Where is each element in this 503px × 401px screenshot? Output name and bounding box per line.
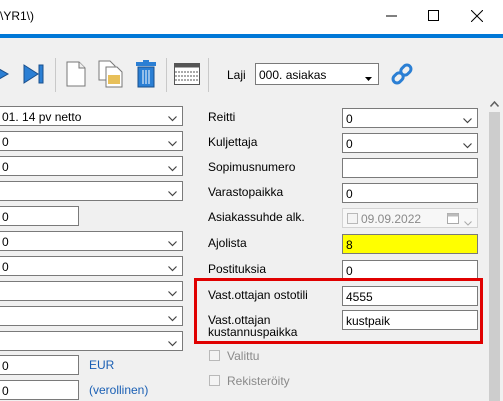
left-dropdown-2[interactable]: 0 xyxy=(0,131,183,151)
toolbar-separator xyxy=(55,58,56,92)
ajolista-label: Ajolista xyxy=(208,236,247,250)
postituksia-value: 0 xyxy=(346,264,353,278)
chevron-down-icon xyxy=(168,312,177,322)
currency-label: EUR xyxy=(89,358,115,372)
chevron-down-icon xyxy=(168,112,177,122)
copy-button[interactable] xyxy=(97,57,125,93)
chevron-down-icon xyxy=(168,262,177,272)
calendar-dropdown-icon xyxy=(464,215,472,229)
minimize-icon xyxy=(385,10,397,24)
laji-value: 000. asiakas xyxy=(259,68,327,82)
sopimusnumero-input[interactable] xyxy=(342,158,478,178)
valittu-label: Valittu xyxy=(227,349,260,363)
amount-input-2-value: 0 xyxy=(2,384,9,398)
valittu-checkbox[interactable] xyxy=(209,350,220,361)
payment-terms-dropdown[interactable]: 01. 14 pv netto xyxy=(0,106,183,126)
maximize-button[interactable] xyxy=(410,0,456,34)
left-input-5[interactable]: 0 xyxy=(0,206,79,226)
title-bar: \YR1\) xyxy=(0,0,503,34)
chevron-down-icon xyxy=(168,287,177,297)
left-dropdown-7[interactable]: 0 xyxy=(0,256,183,276)
chevron-down-icon xyxy=(168,337,177,347)
ajolista-value: 8 xyxy=(346,238,353,252)
scroll-up-button[interactable] xyxy=(486,94,503,111)
kuljettaja-label: Kuljettaja xyxy=(208,135,258,149)
asiakassuhde-checkbox[interactable] xyxy=(347,213,358,224)
scrollbar-thumb[interactable] xyxy=(489,112,500,401)
laji-dropdown[interactable]: 000. asiakas xyxy=(255,63,379,85)
tax-note-label: (verollinen) xyxy=(89,383,149,397)
varastopaikka-label: Varastopaikka xyxy=(208,185,284,199)
kuljettaja-value: 0 xyxy=(346,137,353,151)
kuljettaja-dropdown[interactable]: 0 xyxy=(342,133,478,153)
window-title: \YR1\) xyxy=(0,9,35,23)
left-dropdown-2-value: 0 xyxy=(2,135,9,149)
link-button[interactable] xyxy=(388,57,416,93)
chevron-down-icon xyxy=(168,162,177,172)
grid-list-icon xyxy=(174,62,200,88)
vertical-scrollbar[interactable] xyxy=(486,94,503,401)
minimize-button[interactable] xyxy=(368,0,414,34)
left-dropdown-10[interactable] xyxy=(0,331,183,351)
postituksia-label: Postituksia xyxy=(208,262,267,276)
chevron-down-icon xyxy=(168,137,177,147)
amount-input-1-value: 0 xyxy=(2,359,9,373)
highlight-annotation-box xyxy=(194,278,483,344)
asiakassuhde-date: 09.09.2022 xyxy=(361,212,422,226)
asiakassuhde-date-picker[interactable]: 09.09.2022 xyxy=(342,208,478,228)
left-dropdown-8[interactable] xyxy=(0,281,183,301)
toolbar-separator xyxy=(208,58,209,92)
delete-button[interactable] xyxy=(132,57,160,93)
delete-trash-icon xyxy=(135,59,157,91)
laji-label: Laji xyxy=(227,68,246,82)
copy-document-icon xyxy=(98,60,124,91)
close-button[interactable] xyxy=(454,0,500,34)
sopimusnumero-label: Sopimusnumero xyxy=(208,160,296,174)
left-dropdown-3-value: 0 xyxy=(2,160,9,174)
left-dropdown-3[interactable]: 0 xyxy=(0,156,183,176)
new-button[interactable] xyxy=(62,57,90,93)
toolbar-separator xyxy=(166,58,167,92)
postituksia-input[interactable]: 0 xyxy=(342,260,478,280)
ajolista-input[interactable]: 8 xyxy=(342,234,478,254)
last-record-button[interactable] xyxy=(20,57,48,93)
rekisteroity-label: Rekisteröity xyxy=(227,374,290,388)
chevron-down-icon xyxy=(463,114,472,124)
last-record-icon xyxy=(22,63,46,88)
dropdown-arrow-icon xyxy=(365,71,374,81)
left-dropdown-6[interactable]: 0 xyxy=(0,231,183,251)
varastopaikka-value: 0 xyxy=(346,187,353,201)
maximize-icon xyxy=(427,10,439,24)
grid-view-button[interactable] xyxy=(173,57,201,93)
left-dropdown-4[interactable] xyxy=(0,181,183,201)
reitti-label: Reitti xyxy=(208,110,236,124)
next-record-button[interactable] xyxy=(0,57,16,93)
calendar-icon[interactable] xyxy=(447,213,461,227)
chevron-down-icon xyxy=(168,187,177,197)
payment-terms-value: 01. 14 pv netto xyxy=(2,110,82,124)
reitti-dropdown[interactable]: 0 xyxy=(342,108,478,128)
reitti-value: 0 xyxy=(346,112,353,126)
amount-input-2[interactable]: 0 xyxy=(0,380,79,400)
chevron-up-icon xyxy=(489,96,500,110)
varastopaikka-input[interactable]: 0 xyxy=(342,183,478,203)
chevron-down-icon xyxy=(168,237,177,247)
left-dropdown-6-value: 0 xyxy=(2,235,9,249)
close-icon xyxy=(470,9,484,25)
new-document-icon xyxy=(66,61,86,90)
asiakassuhde-label: Asiakassuhde alk. xyxy=(208,210,305,224)
play-icon xyxy=(0,63,12,88)
chevron-down-icon xyxy=(463,139,472,149)
link-chain-icon xyxy=(390,62,414,89)
left-dropdown-9[interactable] xyxy=(0,306,183,326)
left-input-5-value: 0 xyxy=(2,210,9,224)
left-dropdown-7-value: 0 xyxy=(2,260,9,274)
rekisteroity-checkbox[interactable] xyxy=(209,375,220,386)
amount-input-1[interactable]: 0 xyxy=(0,355,79,375)
